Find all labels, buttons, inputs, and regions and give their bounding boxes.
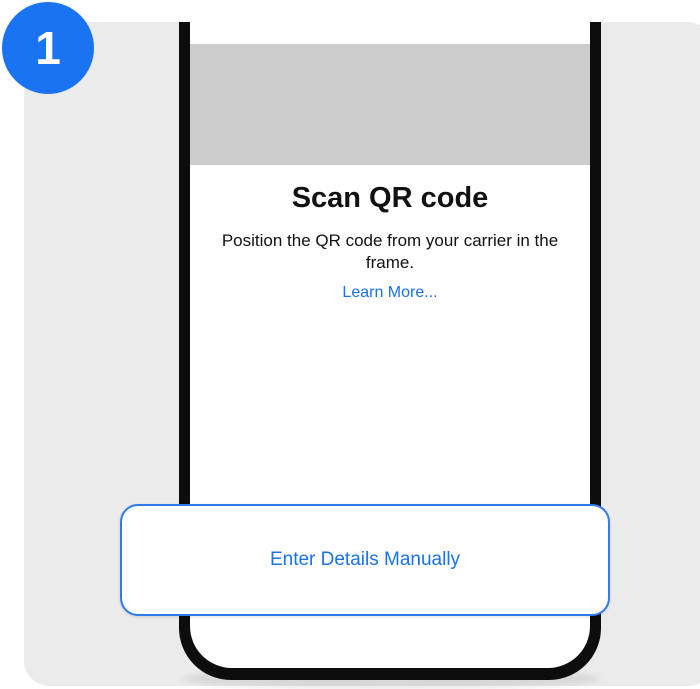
enter-details-manually-label[interactable]: Enter Details Manually (270, 549, 460, 571)
page-title: Scan QR code (291, 182, 489, 214)
illustration-stage: 1 Scan QR code Position the QR code from… (0, 0, 700, 689)
screen-top-strip (190, 22, 590, 44)
instruction-text: Position the QR code from your carrier i… (221, 231, 559, 272)
enter-details-manually-button[interactable]: Enter Details Manually (120, 504, 610, 616)
step-number: 1 (35, 22, 61, 74)
step-number-badge: 1 (2, 2, 94, 94)
learn-more-link[interactable]: Learn More... (190, 284, 590, 302)
camera-viewfinder (190, 44, 590, 165)
